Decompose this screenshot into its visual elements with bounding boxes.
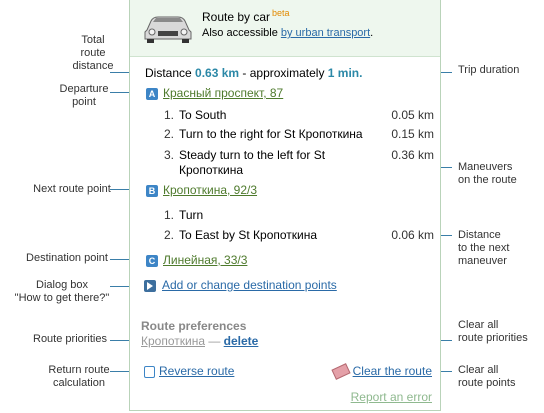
point-b-link[interactable]: Кропоткина, 92/3 [163,183,257,197]
marker-b-icon: B [146,184,158,197]
clear-route-link[interactable]: Clear the route [353,364,432,378]
subtitle-suffix: . [370,27,374,39]
step-distance: 0.36 km [391,148,434,162]
step-text: Turn [179,208,204,222]
clear-route-row: Clear the route [331,363,432,381]
step-text: To South [179,108,227,122]
callout-total-route-distance: Total route distance [72,34,114,72]
callout-distance-next: Distance to the next maneuver [458,229,510,267]
route-point-c: C Линейная, 33/3 [146,253,247,267]
step-number: 1. [163,108,174,122]
distance-value: 0.63 km [195,66,240,80]
reverse-route-row: Reverse route [144,364,234,378]
callout-maneuvers: Maneuvers on the route [458,161,517,186]
subtitle-prefix: Also accessible [202,27,281,39]
directions-icon [144,279,156,292]
delete-priority-link[interactable]: delete [224,334,259,348]
step-text: To East by St Кропоткина [179,228,318,242]
step-text: Steady turn to the left for St Кропоткин… [179,148,326,177]
callout-next-route-point: Next route point [33,183,111,195]
callout-dialog-box: Dialog box "How to get there?" [14,279,110,304]
eraser-icon [331,363,351,381]
callout-clear-points: Clear all route points [458,364,516,389]
callout-trip-duration: Trip duration [458,64,520,76]
add-destination-row: Add or change destination points [144,278,337,292]
step-distance: 0.06 km [391,228,434,242]
reverse-icon [144,365,155,378]
route-title-text: Route by car [202,10,271,24]
report-error-link[interactable]: Report an error [351,390,432,404]
route-title: Route by car beta [202,8,290,24]
distance-label: Distance [145,66,196,80]
step-distance: 0.05 km [391,108,434,122]
route-point-b: B Кропоткина, 92/3 [146,183,257,197]
add-destination-link[interactable]: Add or change destination points [162,278,337,292]
route-point-a: A Красный проспект, 87 [146,86,283,100]
callout-clear-priorities: Clear all route priorities [458,319,528,344]
callout-route-priorities: Route priorities [33,333,107,345]
point-a-link[interactable]: Красный проспект, 87 [163,86,283,100]
duration-value: 1 min. [327,66,363,80]
callout-departure-point: Departure point [59,83,109,108]
beta-badge: beta [272,8,290,18]
callout-destination-point: Destination point [26,252,108,264]
panel-header: Route by car beta Also accessible by urba… [130,0,440,57]
step-number: 2. [163,127,174,141]
priority-separator: — [205,334,224,348]
approx-label: - approximately [239,66,328,80]
urban-transport-link[interactable]: by urban transport [281,27,370,39]
step-number: 1. [163,208,174,222]
step-distance: 0.15 km [391,127,434,141]
step-number: 3. [163,148,174,162]
car-icon [144,16,192,43]
marker-a-icon: A [146,87,158,100]
route-panel: Route by car beta Also accessible by urba… [129,0,441,411]
point-c-link[interactable]: Линейная, 33/3 [163,253,247,267]
step-number: 2. [163,228,174,242]
marker-c-icon: C [146,254,158,267]
route-priority-row: Кропоткина — delete [141,334,258,348]
route-summary: Distance 0.63 km - approximately 1 min. [145,66,362,80]
priority-item[interactable]: Кропоткина [141,334,205,348]
route-preferences-title: Route preferences [141,319,247,333]
reverse-route-link[interactable]: Reverse route [159,364,234,378]
callout-return-route: Return route calculation [48,364,110,389]
step-text: Turn to the right for St Кропоткина [179,127,363,141]
route-subtitle: Also accessible by urban transport. [202,27,373,39]
